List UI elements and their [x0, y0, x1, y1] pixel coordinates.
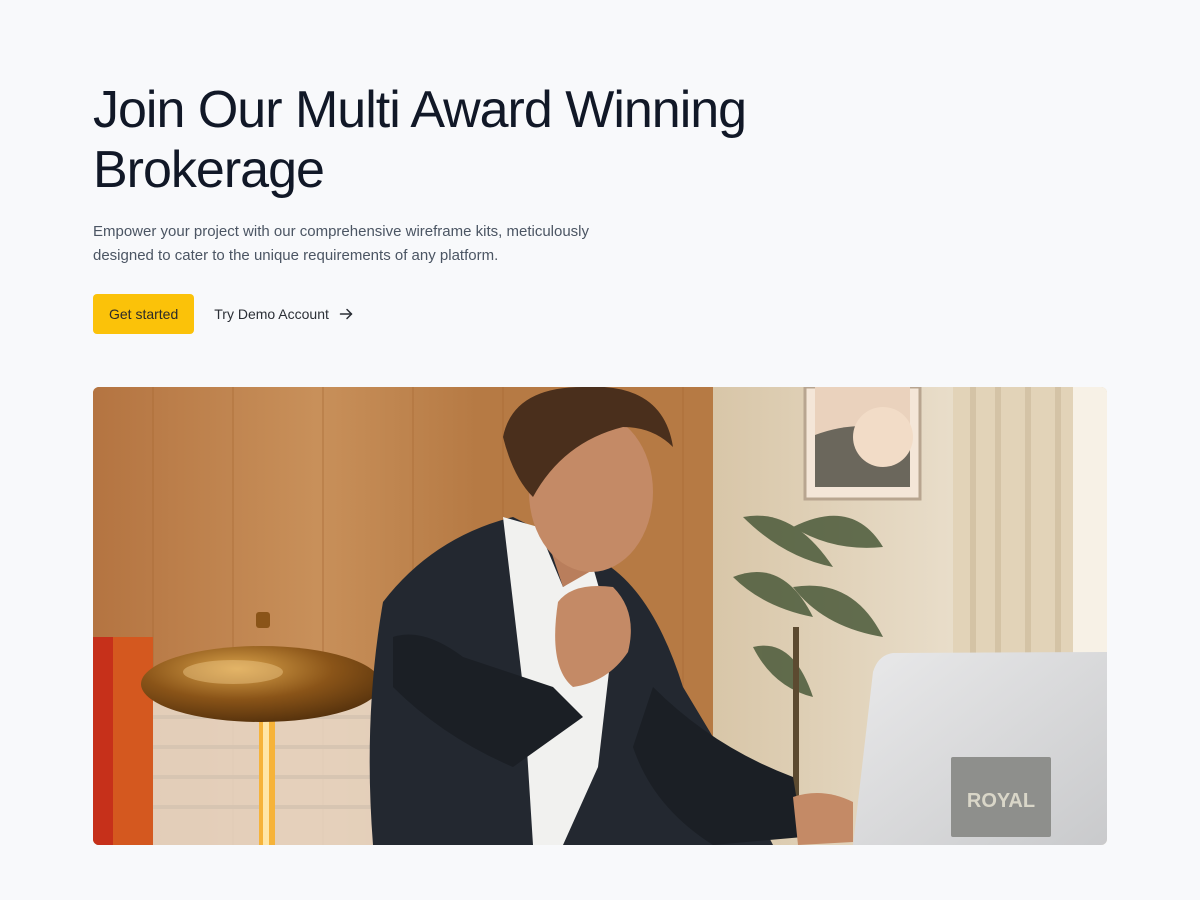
- hero-title: Join Our Multi Award Winning Brokerage: [93, 81, 747, 199]
- hero-subtitle: Empower your project with our comprehens…: [93, 223, 590, 264]
- arrow-right-icon: [339, 307, 353, 321]
- hero-photo: ROYAL: [93, 387, 1107, 845]
- cta-row: Get started Try Demo Account: [93, 294, 1107, 334]
- try-demo-account-label: Try Demo Account: [214, 306, 329, 322]
- laptop-logo: ROYAL: [967, 790, 1035, 812]
- office-scene-illustration: ROYAL: [93, 387, 1107, 845]
- try-demo-account-link[interactable]: Try Demo Account: [214, 306, 353, 322]
- get-started-button[interactable]: Get started: [93, 294, 195, 334]
- hero-section: Join Our Multi Award Winning Brokerage E…: [93, 80, 1107, 334]
